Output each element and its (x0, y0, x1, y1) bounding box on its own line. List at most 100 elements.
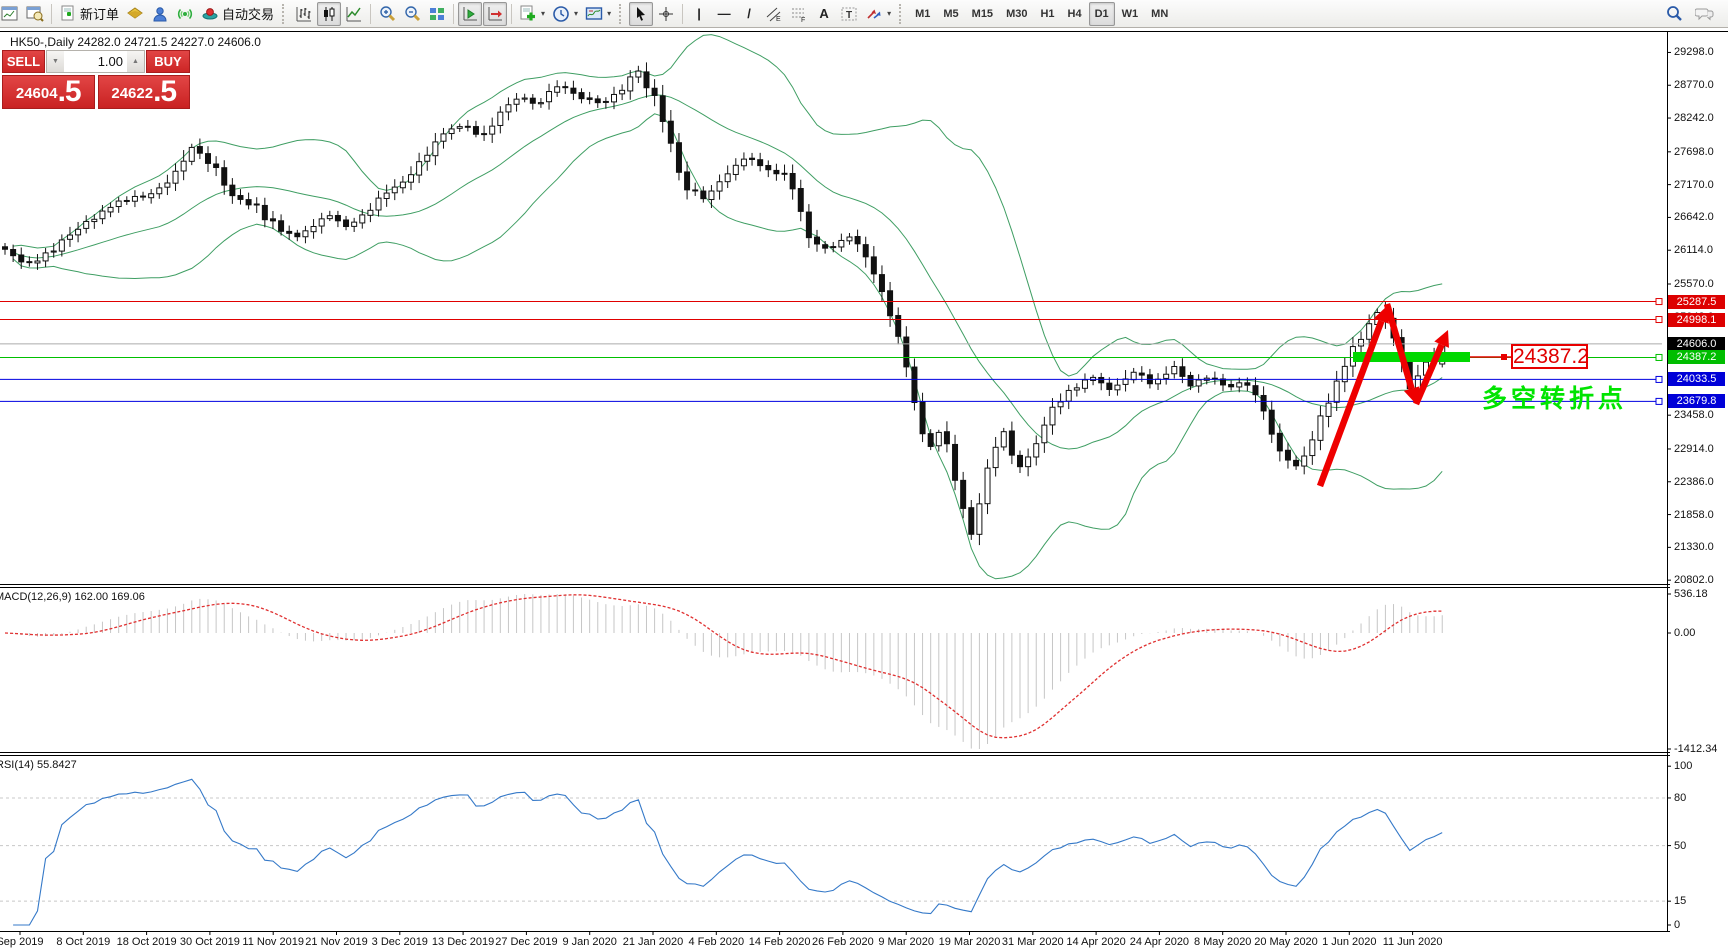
volume-value[interactable]: 1.00 (64, 51, 127, 72)
chat-icon (1695, 5, 1715, 23)
price-tick-label: 28770.0 (1674, 79, 1714, 91)
bar-chart-mode-button[interactable] (292, 2, 316, 26)
vertical-line-tool-button[interactable]: | (687, 2, 711, 26)
indicators-button[interactable]: ▾ (516, 2, 548, 26)
chart-shift-button[interactable] (483, 2, 507, 26)
price-tick-label: 25570.0 (1674, 278, 1714, 290)
cn-annotation-text[interactable]: 多空转折点 (1482, 379, 1627, 415)
template-icon (585, 5, 603, 23)
chevron-down-icon: ▾ (574, 9, 578, 18)
trendline-tool-button[interactable]: / (737, 2, 761, 26)
timeframe-m15-button[interactable]: M15 (966, 2, 999, 26)
equidistant-channel-tool-button[interactable]: E (762, 2, 786, 26)
toolbar-separator (370, 4, 371, 24)
volume-increase-button[interactable]: ▲ (127, 51, 144, 72)
chart-area[interactable]: HK50-,Daily 24282.0 24721.5 24227.0 2460… (0, 28, 1728, 950)
timeframe-h4-button[interactable]: H4 (1062, 2, 1088, 26)
sell-price-pips: .5 (58, 77, 81, 107)
price-level-badge: 24606.0 (1668, 337, 1725, 351)
bar-chart-icon (295, 5, 313, 23)
chart-canvas[interactable] (0, 28, 1728, 950)
date-tick-label: 24 Apr 2020 (1130, 936, 1189, 948)
price-level-badge: 25287.5 (1668, 295, 1725, 309)
fibonacci-icon: F (790, 5, 808, 23)
price-tick-label: 27170.0 (1674, 179, 1714, 191)
auto-scroll-button[interactable] (458, 2, 482, 26)
zoom-out-button[interactable] (400, 2, 424, 26)
date-tick-label: 11 Nov 2019 (242, 936, 304, 948)
crosshair-tool-button[interactable] (654, 2, 678, 26)
chat-button[interactable] (1692, 2, 1718, 26)
level-handle[interactable] (1656, 354, 1662, 360)
timeframe-m5-button[interactable]: M5 (937, 2, 964, 26)
timeframe-mn-button[interactable]: MN (1145, 2, 1174, 26)
chart-profiles-button[interactable] (23, 2, 47, 26)
signals-button[interactable] (173, 2, 197, 26)
new-order-button[interactable]: 新订单 (56, 2, 122, 26)
buy-price-button[interactable]: 24622 .5 (98, 75, 191, 109)
price-tick-label: 21858.0 (1674, 509, 1714, 521)
periods-button[interactable]: ▾ (549, 2, 581, 26)
market-watch-button[interactable] (123, 2, 147, 26)
fibonacci-tool-button[interactable]: F (787, 2, 811, 26)
text-label-icon: T (840, 5, 858, 23)
level-handle[interactable] (1656, 317, 1662, 323)
toolbar-grip[interactable] (282, 4, 287, 24)
level-handle[interactable] (1656, 376, 1662, 382)
date-tick-label: 9 Mar 2020 (878, 936, 934, 948)
timeframe-m30-button[interactable]: M30 (1000, 2, 1033, 26)
price-tick-label: 26114.0 (1674, 244, 1713, 256)
text-label-tool-button[interactable]: T (837, 2, 861, 26)
sell-price-main: 24604 (16, 81, 58, 107)
new-chart-button[interactable] (0, 2, 22, 26)
templates-button[interactable]: ▾ (582, 2, 614, 26)
level-handle[interactable] (1656, 398, 1662, 404)
toolbar-separator (453, 4, 454, 24)
line-chart-icon (345, 5, 363, 23)
shapes-tool-button[interactable]: ▾ (862, 2, 894, 26)
sell-button[interactable]: SELL (2, 50, 45, 73)
volume-spinner: ▼ 1.00 ▲ (46, 50, 145, 73)
date-tick-label: 14 Apr 2020 (1066, 936, 1125, 948)
timeframe-w1-button[interactable]: W1 (1116, 2, 1145, 26)
price-level-badge: 24387.2 (1668, 350, 1725, 364)
price-tick-label: 28242.0 (1674, 112, 1714, 124)
timeframe-d1-button[interactable]: D1 (1089, 2, 1115, 26)
level-handle[interactable] (1656, 299, 1662, 305)
date-tick-label: 8 Oct 2019 (56, 936, 110, 948)
sell-price-button[interactable]: 24604 .5 (2, 75, 95, 109)
date-tick-label: 11 Jun 2020 (1383, 936, 1443, 948)
rsi-tick-label: 50 (1674, 840, 1686, 852)
line-chart-mode-button[interactable] (342, 2, 366, 26)
timeframe-m1-button[interactable]: M1 (909, 2, 936, 26)
zoom-in-icon (378, 5, 396, 23)
candlestick-mode-button[interactable] (317, 2, 341, 26)
toolbar-separator (51, 4, 52, 24)
volume-decrease-button[interactable]: ▼ (47, 51, 64, 72)
timeframe-h1-button[interactable]: H1 (1034, 2, 1060, 26)
zoom-in-button[interactable] (375, 2, 399, 26)
autotrading-label: 自动交易 (222, 4, 274, 23)
price-tick-label: 27698.0 (1674, 146, 1714, 158)
toolbar: 新订单 自动交易 (0, 0, 1728, 28)
autotrading-button[interactable]: 自动交易 (198, 2, 277, 26)
rsi-tick-label: 80 (1674, 792, 1686, 804)
cursor-tool-button[interactable] (629, 2, 653, 26)
tile-windows-button[interactable] (425, 2, 449, 26)
note-anchor[interactable] (1501, 354, 1507, 360)
horizontal-line-tool-button[interactable]: — (712, 2, 736, 26)
price-tick-label: 20802.0 (1674, 574, 1714, 586)
text-tool-button[interactable]: A (812, 2, 836, 26)
macd-indicator-label: MACD(12,26,9) 162.00 169.06 (0, 591, 145, 603)
price-annotation-box[interactable]: 24387.2 (1511, 344, 1588, 369)
navigator-button[interactable] (148, 2, 172, 26)
chevron-down-icon: ▾ (887, 9, 891, 18)
search-button[interactable] (1662, 2, 1686, 26)
date-tick-label: 20 May 2020 (1254, 936, 1318, 948)
svg-text:F: F (801, 17, 805, 23)
buy-button[interactable]: BUY (146, 50, 190, 73)
price-level-badge: 24033.5 (1668, 372, 1725, 386)
toolbar-grip[interactable] (619, 4, 624, 24)
clock-icon (552, 5, 570, 23)
toolbar-grip[interactable] (899, 4, 904, 24)
